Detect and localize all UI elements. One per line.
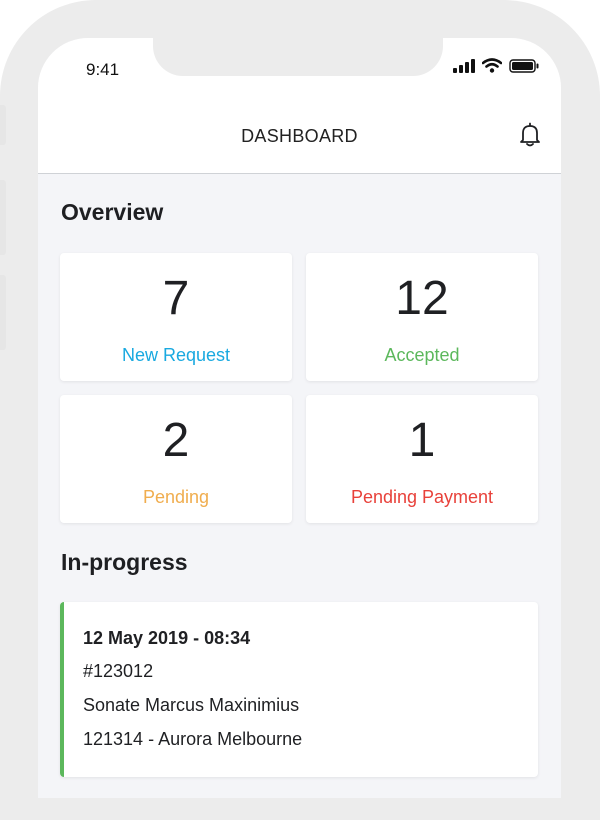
overview-heading: Overview (61, 199, 164, 225)
battery-icon (509, 58, 539, 73)
bell-icon[interactable] (519, 122, 541, 153)
volume-up-button (0, 180, 6, 255)
volume-down-button (0, 275, 6, 350)
status-icons (453, 58, 539, 73)
job-location: 121314 - Aurora Melbourne (83, 729, 303, 749)
stat-card-accepted[interactable]: 12 Accepted (306, 253, 538, 381)
silent-switch (0, 105, 6, 145)
signal-icon (453, 58, 475, 73)
status-time: 9:41 (86, 60, 120, 79)
stat-card-new-request[interactable]: 7 New Request (60, 253, 292, 381)
stat-label: Pending (142, 487, 210, 507)
job-id: #123012 (83, 661, 154, 681)
status-bar: 9:41 (38, 38, 561, 114)
in-progress-heading: In-progress (61, 549, 188, 575)
page-title: DASHBOARD (241, 126, 358, 146)
stat-value: 12 (395, 272, 449, 325)
job-datetime: 12 May 2019 - 08:34 (83, 628, 251, 648)
app-screen: 9:41 DASHBOARD Overview 7 New Request 12… (38, 38, 561, 798)
stat-value: 7 (162, 272, 190, 325)
stat-card-pending-payment[interactable]: 1 Pending Payment (306, 395, 538, 523)
job-customer-name: Sonate Marcus Maxinimius (83, 695, 300, 715)
app-header: DASHBOARD (38, 114, 561, 174)
stat-card-pending[interactable]: 2 Pending (60, 395, 292, 523)
stat-value: 2 (162, 414, 190, 467)
stat-label: Accepted (384, 345, 460, 365)
wifi-icon (482, 58, 502, 73)
phone-notch (153, 38, 443, 76)
in-progress-item[interactable]: 12 May 2019 - 08:34 #123012 Sonate Marcu… (60, 602, 538, 777)
stat-label: Pending Payment (350, 487, 494, 507)
stat-label: New Request (121, 345, 231, 365)
stat-value: 1 (408, 414, 436, 467)
status-accent-bar (60, 602, 64, 777)
